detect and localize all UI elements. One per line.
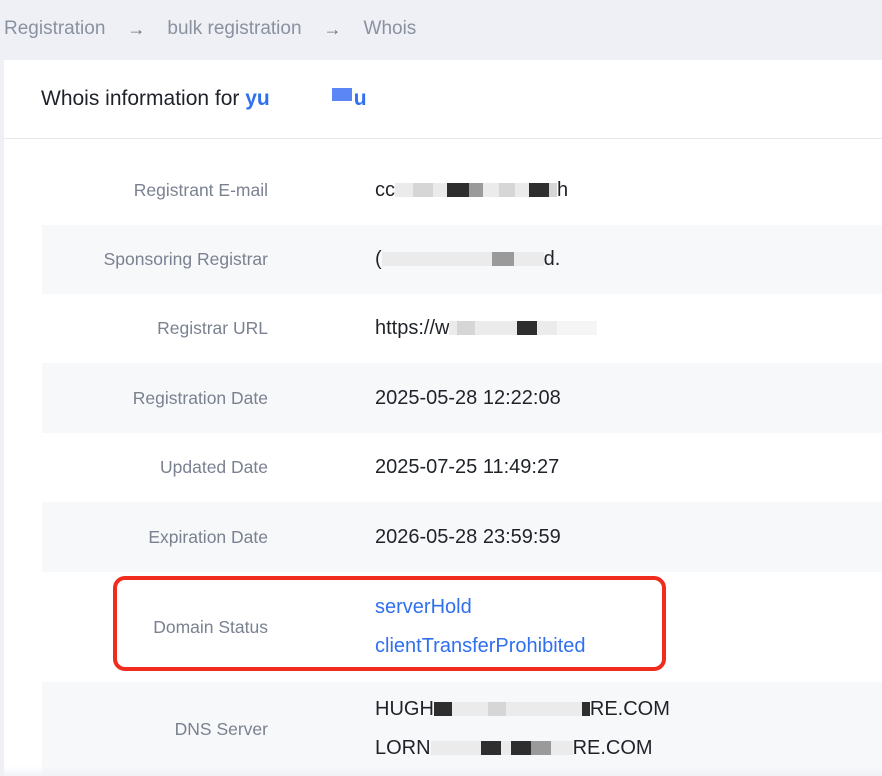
redacted-block bbox=[475, 321, 518, 335]
value-text-start: ( bbox=[375, 248, 382, 270]
breadcrumb: Registration → bulk registration → Whois bbox=[0, 0, 882, 58]
arrow-right-icon: → bbox=[323, 18, 342, 39]
value-text-start: HUGH bbox=[375, 698, 434, 720]
field-row-registrant-email: Registrant E-mail cc h bbox=[42, 155, 882, 225]
redacted-block bbox=[469, 182, 483, 197]
field-row-dns-server: DNS Server HUGH RE.COM LORN RE.COM bbox=[42, 682, 882, 776]
redacted-block bbox=[537, 321, 558, 335]
redacted-block bbox=[505, 702, 582, 716]
field-value: ( d. bbox=[375, 225, 560, 294]
domain-name-link[interactable]: yu u bbox=[245, 87, 366, 110]
redacted-block bbox=[581, 702, 590, 716]
redacted-block bbox=[529, 182, 549, 197]
redacted-block bbox=[480, 741, 501, 755]
field-row-expiration-date: Expiration Date 2026-05-28 23:59:59 bbox=[42, 502, 882, 572]
redacted-block bbox=[395, 182, 413, 197]
redacted-block bbox=[433, 702, 452, 716]
bottom-fade bbox=[0, 766, 882, 776]
page-title: Whois information for yu u bbox=[41, 87, 367, 111]
redacted-block bbox=[331, 88, 352, 101]
redacted-block bbox=[270, 92, 330, 106]
value-text-end: RE.COM bbox=[589, 698, 670, 720]
updated-date-value: 2025-07-25 11:49:27 bbox=[375, 456, 560, 478]
field-value: https://w bbox=[375, 294, 598, 363]
field-value: HUGH RE.COM LORN RE.COM bbox=[375, 682, 670, 776]
field-label: Sponsoring Registrar bbox=[103, 249, 268, 269]
redacted-block bbox=[491, 252, 514, 266]
value-text-start: https://w bbox=[375, 317, 450, 339]
redacted-block bbox=[500, 741, 511, 755]
arrow-right-icon: → bbox=[127, 18, 146, 39]
domain-text-start: yu bbox=[245, 87, 270, 110]
breadcrumb-registration[interactable]: Registration bbox=[4, 18, 105, 40]
value-text-end: d. bbox=[543, 248, 561, 270]
redacted-block bbox=[513, 252, 544, 266]
redacted-block bbox=[413, 182, 433, 197]
field-label: Registrar URL bbox=[157, 318, 268, 338]
redacted-block bbox=[515, 182, 529, 197]
field-label: Registrant E-mail bbox=[133, 179, 268, 200]
redacted-block bbox=[449, 321, 458, 335]
redacted-block bbox=[381, 252, 492, 266]
redacted-block bbox=[510, 741, 531, 755]
field-row-sponsoring-registrar: Sponsoring Registrar ( d. bbox=[42, 225, 882, 294]
domain-text-end: u bbox=[353, 87, 367, 110]
redacted-block bbox=[530, 741, 551, 755]
field-row-updated-date: Updated Date 2025-07-25 11:49:27 bbox=[42, 433, 882, 502]
redacted-block bbox=[483, 182, 499, 197]
redacted-block bbox=[457, 321, 476, 335]
dns-server-line: HUGH RE.COM bbox=[375, 690, 670, 729]
field-label: DNS Server bbox=[174, 718, 268, 739]
field-row-registration-date: Registration Date 2025-05-28 12:22:08 bbox=[42, 363, 882, 433]
field-label: Registration Date bbox=[132, 387, 268, 408]
redacted-block bbox=[487, 702, 506, 716]
redacted-block bbox=[549, 182, 557, 197]
dns-server-line: LORN RE.COM bbox=[375, 729, 670, 768]
redacted-block bbox=[430, 741, 481, 755]
title-prefix: Whois information for bbox=[41, 87, 240, 110]
redacted-block bbox=[451, 702, 488, 716]
value-text-end: RE.COM bbox=[572, 737, 653, 759]
redacted-block bbox=[517, 321, 538, 335]
redacted-block bbox=[557, 321, 598, 335]
field-value: 2025-05-28 12:22:08 bbox=[375, 363, 561, 433]
field-value: cc h bbox=[375, 155, 568, 225]
redacted-block bbox=[433, 182, 447, 197]
redacted-block bbox=[550, 741, 573, 755]
expiration-date-value: 2026-05-28 23:59:59 bbox=[375, 525, 561, 548]
field-row-registrar-url: Registrar URL https://w bbox=[42, 294, 882, 363]
value-text-start: cc bbox=[375, 178, 395, 201]
field-label: Expiration Date bbox=[148, 526, 268, 547]
breadcrumb-whois: Whois bbox=[363, 18, 417, 39]
card-header: Whois information for yu u bbox=[4, 60, 882, 139]
value-text-end: h bbox=[557, 178, 569, 201]
field-value: 2026-05-28 23:59:59 bbox=[375, 502, 561, 572]
field-label: Updated Date bbox=[160, 457, 268, 477]
domain-status-highlight bbox=[113, 576, 666, 671]
registration-date-value: 2025-05-28 12:22:08 bbox=[375, 386, 561, 409]
value-text-start: LORN bbox=[375, 737, 431, 759]
redacted-block bbox=[447, 182, 469, 197]
breadcrumb-bulk-registration[interactable]: bulk registration bbox=[167, 18, 301, 40]
redacted-block bbox=[499, 182, 515, 197]
field-value: 2025-07-25 11:49:27 bbox=[375, 433, 559, 502]
